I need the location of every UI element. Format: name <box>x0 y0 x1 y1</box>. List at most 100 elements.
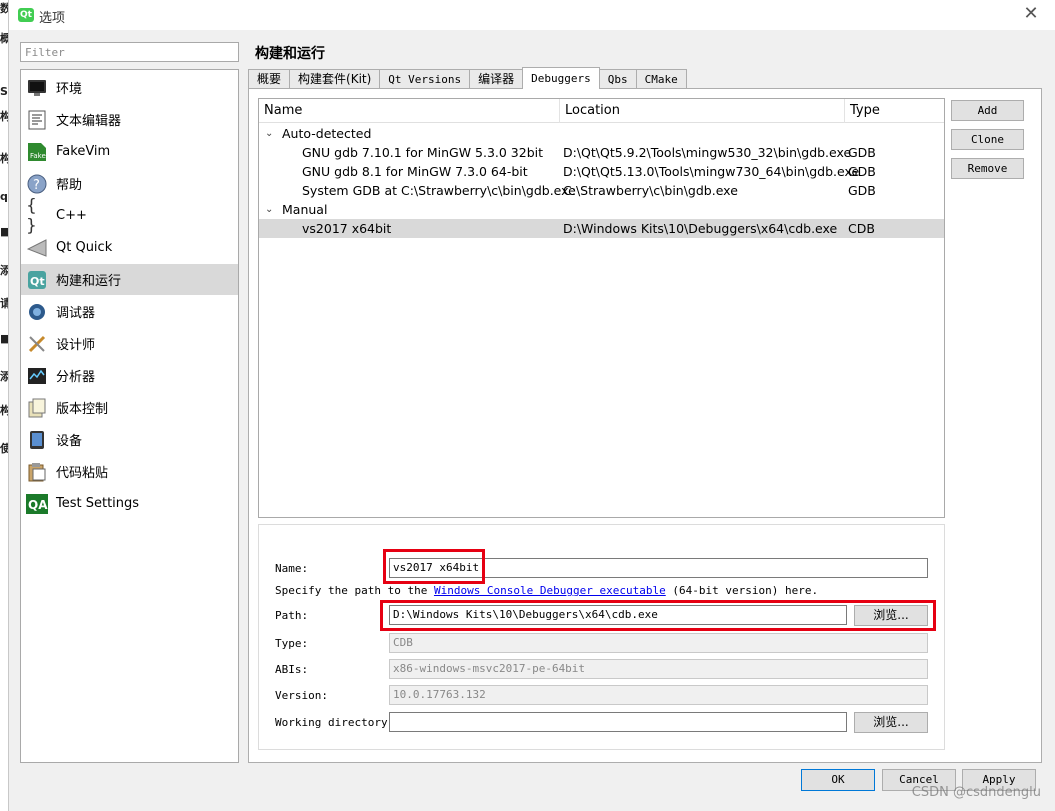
category-item-build-run[interactable]: Qt 构建和运行 <box>21 264 238 295</box>
hint-text: Specify the path to the <box>275 584 434 597</box>
tree-header: Name Location Type <box>259 99 944 123</box>
working-directory-input[interactable] <box>389 712 847 732</box>
clone-button[interactable]: Clone <box>951 129 1024 150</box>
tab-overview[interactable]: 概要 <box>248 69 291 89</box>
qa-icon: QA <box>26 493 48 515</box>
tab-debuggers[interactable]: Debuggers <box>522 67 600 89</box>
tab-qt-versions[interactable]: Qt Versions <box>379 69 471 89</box>
analyzer-icon <box>26 365 48 387</box>
category-label: 文本编辑器 <box>56 114 122 129</box>
category-item-text-editor[interactable]: 文本编辑器 <box>21 104 238 135</box>
build-run-icon: Qt <box>26 269 48 291</box>
version-control-icon <box>26 397 48 419</box>
tab-qbs[interactable]: Qbs <box>598 69 637 89</box>
close-icon: ✕ <box>1023 3 1039 24</box>
group-label: Manual <box>282 202 328 217</box>
tree-row[interactable]: System GDB at C:\Strawberry\c\bin\gdb.ex… <box>259 181 944 200</box>
category-item-designer[interactable]: 设计师 <box>21 328 238 359</box>
watermark: CSDN @csdndenglu <box>911 785 1041 800</box>
row-location: D:\Windows Kits\10\Debuggers\x64\cdb.exe <box>563 221 838 236</box>
code-paste-icon <box>26 461 48 483</box>
category-item-version-control[interactable]: 版本控制 <box>21 392 238 423</box>
column-header-location[interactable]: Location <box>559 99 844 123</box>
row-location: D:\Qt\Qt5.9.2\Tools\mingw530_32\bin\gdb.… <box>563 145 852 160</box>
category-item-analyzer[interactable]: 分析器 <box>21 360 238 391</box>
row-name: System GDB at C:\Strawberry\c\bin\gdb.ex… <box>302 183 576 198</box>
path-label: Path: <box>275 609 309 622</box>
category-label: 代码粘贴 <box>56 466 109 481</box>
column-header-type[interactable]: Type <box>844 99 944 123</box>
category-label: 帮助 <box>56 178 83 193</box>
debuggers-panel: Name Location Type ⌄ Auto-detected GNU g… <box>248 88 1042 763</box>
type-label: Type: <box>275 637 309 650</box>
row-type: GDB <box>848 145 876 160</box>
version-label: Version: <box>275 689 328 702</box>
category-label: 构建和运行 <box>56 274 122 289</box>
tree-row[interactable]: GNU gdb 7.10.1 for MinGW 5.3.0 32bit D:\… <box>259 143 944 162</box>
category-label: FakeVim <box>56 144 111 159</box>
row-type: GDB <box>848 164 876 179</box>
window-title: 选项 <box>39 11 66 26</box>
category-label: 分析器 <box>56 370 96 385</box>
debugger-icon <box>26 301 48 323</box>
category-item-code-paste[interactable]: 代码粘贴 <box>21 456 238 487</box>
category-label: 调试器 <box>56 306 96 321</box>
category-label: 环境 <box>56 82 83 97</box>
help-icon: ? <box>26 173 48 195</box>
abis-field: x86-windows-msvc2017-pe-64bit <box>389 659 928 679</box>
tree-group-auto-detected[interactable]: ⌄ Auto-detected <box>259 124 944 143</box>
svg-text:Fake: Fake <box>30 152 46 160</box>
highlight-box-path <box>380 600 936 631</box>
cdb-download-link[interactable]: Windows Console Debugger executable <box>434 584 666 597</box>
row-name: vs2017 x64bit <box>302 221 392 236</box>
group-label: Auto-detected <box>282 126 372 141</box>
designer-icon <box>26 333 48 355</box>
category-item-debugger[interactable]: 调试器 <box>21 296 238 327</box>
qt-logo-icon: Qt <box>18 8 34 22</box>
category-item-fakevim[interactable]: Fake FakeVim <box>21 136 238 167</box>
filter-input[interactable] <box>20 42 239 62</box>
add-button[interactable]: Add <box>951 100 1024 121</box>
tree-row[interactable]: GNU gdb 8.1 for MinGW 7.3.0 64-bit D:\Qt… <box>259 162 944 181</box>
browse-workdir-button[interactable]: 浏览... <box>854 712 928 733</box>
row-location: D:\Qt\Qt5.13.0\Tools\mingw730_64\bin\gdb… <box>563 164 860 179</box>
close-button[interactable]: ✕ <box>1021 4 1041 24</box>
tab-compilers[interactable]: 编译器 <box>469 69 524 89</box>
tab-bar: 概要 构建套件(Kit) Qt Versions 编译器 Debuggers Q… <box>248 67 687 89</box>
path-hint: Specify the path to the Windows Console … <box>275 584 818 597</box>
category-label: C++ <box>56 208 87 223</box>
debugger-details-form: Name: vs2017 x64bit Specify the path to … <box>258 524 945 750</box>
column-header-name[interactable]: Name <box>259 99 559 123</box>
category-item-cpp[interactable]: { } C++ <box>21 195 238 236</box>
category-item-device[interactable]: 设备 <box>21 424 238 455</box>
row-location: C:\Strawberry\c\bin\gdb.exe <box>563 183 738 198</box>
tab-kits[interactable]: 构建套件(Kit) <box>289 69 381 89</box>
category-item-help[interactable]: ? 帮助 <box>21 168 238 199</box>
category-item-test-settings[interactable]: QA Test Settings <box>21 488 238 519</box>
monitor-icon <box>26 77 48 99</box>
fakevim-icon: Fake <box>26 141 48 163</box>
category-item-environment[interactable]: 环境 <box>21 72 238 103</box>
category-label: 版本控制 <box>56 402 109 417</box>
tree-row-selected[interactable]: vs2017 x64bit D:\Windows Kits\10\Debugge… <box>259 219 944 238</box>
row-type: GDB <box>848 183 876 198</box>
page-title: 构建和运行 <box>255 46 325 62</box>
category-label: 设备 <box>56 434 83 449</box>
debugger-tree: Name Location Type ⌄ Auto-detected GNU g… <box>258 98 945 518</box>
category-item-qt-quick[interactable]: Qt Quick <box>21 232 238 263</box>
row-name: GNU gdb 8.1 for MinGW 7.3.0 64-bit <box>302 164 528 179</box>
category-label: 设计师 <box>56 338 96 353</box>
chevron-down-icon[interactable]: ⌄ <box>265 124 273 143</box>
braces-icon: { } <box>26 195 37 236</box>
ok-button[interactable]: OK <box>801 769 875 791</box>
chevron-down-icon[interactable]: ⌄ <box>265 200 273 219</box>
remove-button[interactable]: Remove <box>951 158 1024 179</box>
tab-cmake[interactable]: CMake <box>635 69 687 89</box>
hint-text: (64-bit version) here. <box>665 584 819 597</box>
tree-group-manual[interactable]: ⌄ Manual <box>259 200 944 219</box>
title-bar: Qt 选项 ✕ <box>9 0 1055 30</box>
category-list: 环境 文本编辑器 Fake FakeVim ? 帮助 { } C++ Qt Qu… <box>20 69 239 763</box>
svg-text:?: ? <box>33 178 40 193</box>
version-field: 10.0.17763.132 <box>389 685 928 705</box>
working-directory-label: Working directory: <box>275 716 395 729</box>
